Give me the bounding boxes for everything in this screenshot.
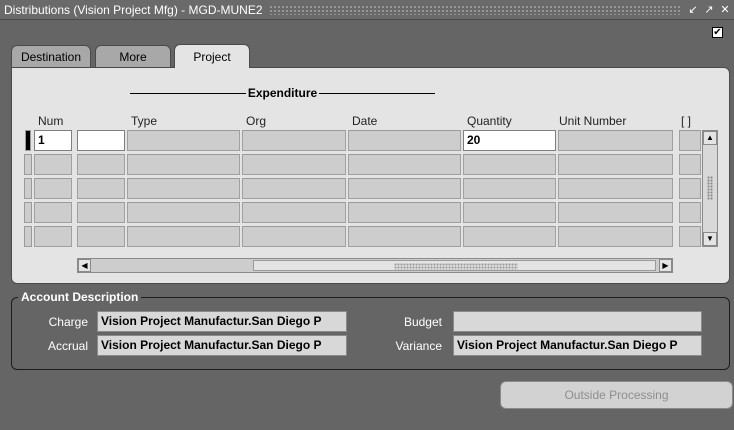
grid-cell-unit-number[interactable]	[558, 130, 673, 151]
scroll-left-arrow-icon[interactable]: ◀	[78, 259, 91, 272]
tab-destination[interactable]: Destination	[11, 45, 91, 67]
grid-cell-quantity[interactable]	[463, 202, 556, 223]
column-header-unit-number: Unit Number	[559, 114, 627, 128]
grid-cell-org[interactable]	[242, 130, 346, 151]
grid-cell-flexfield[interactable]	[679, 226, 701, 247]
column-header-flexfield[interactable]: [ ]	[681, 114, 691, 128]
column-header-type: Type	[131, 114, 158, 128]
grid-cell-num[interactable]	[34, 202, 72, 223]
grid-cell-org[interactable]	[242, 202, 346, 223]
budget-label: Budget	[403, 315, 442, 329]
grid-cell-flexfield[interactable]	[679, 178, 701, 199]
tab-project[interactable]: Project	[174, 44, 250, 68]
grid-cell-date[interactable]	[348, 130, 461, 151]
variance-account-field[interactable]: Vision Project Manufactur.San Diego P	[453, 335, 702, 356]
window-title: Distributions (Vision Project Mfg) - MGD…	[4, 2, 263, 17]
grid-cell-quantity[interactable]	[463, 226, 556, 247]
outside-processing-button[interactable]: Outside Processing	[500, 381, 733, 409]
scroll-grip[interactable]	[394, 263, 518, 270]
grid-cell-flexfield[interactable]	[679, 130, 701, 151]
window-titlebar[interactable]: Distributions (Vision Project Mfg) - MGD…	[0, 0, 734, 20]
column-header-org: Org	[246, 114, 267, 128]
grid-cell-type[interactable]	[127, 226, 240, 247]
grid-cell-extra[interactable]	[77, 130, 125, 151]
grid-cell-unit-number[interactable]	[558, 226, 673, 247]
grid-cell-unit-number[interactable]	[558, 154, 673, 175]
scroll-thumb[interactable]	[253, 260, 656, 271]
grid-cell-quantity[interactable]: 20	[463, 130, 556, 151]
accrual-label: Accrual	[47, 339, 88, 353]
grid-cell-extra[interactable]	[77, 202, 125, 223]
grid-vertical-scrollbar[interactable]: ▲ ▼	[702, 130, 718, 247]
grid-cell-type[interactable]	[127, 130, 240, 151]
charge-account-field[interactable]: Vision Project Manufactur.San Diego P	[97, 311, 347, 332]
grid-cell-quantity[interactable]	[463, 154, 556, 175]
grid-cell-extra[interactable]	[77, 226, 125, 247]
grid-cell-date[interactable]	[348, 226, 461, 247]
column-header-num: Num	[38, 114, 64, 128]
scroll-right-arrow-icon[interactable]: ▶	[659, 259, 672, 272]
close-icon[interactable]: ✕	[718, 3, 732, 17]
maximize-icon[interactable]: ↗	[702, 3, 716, 17]
scroll-down-arrow-icon[interactable]: ▼	[703, 232, 717, 246]
grid-cell-flexfield[interactable]	[679, 154, 701, 175]
grid-cell-extra[interactable]	[77, 154, 125, 175]
budget-account-field[interactable]	[453, 311, 702, 332]
grid-cell-date[interactable]	[348, 154, 461, 175]
grid-cell-unit-number[interactable]	[558, 202, 673, 223]
row-selector[interactable]	[24, 202, 32, 223]
grid-cell-unit-number[interactable]	[558, 178, 673, 199]
scroll-grip[interactable]	[707, 176, 713, 200]
grid-cell-type[interactable]	[127, 154, 240, 175]
charge-label: Charge	[48, 315, 88, 329]
grid-cell-quantity[interactable]	[463, 178, 556, 199]
grid-cell-type[interactable]	[127, 202, 240, 223]
grid-cell-extra[interactable]	[77, 178, 125, 199]
grid-cell-org[interactable]	[242, 226, 346, 247]
expenditure-group-label: Expenditure	[130, 85, 435, 101]
grid-cell-org[interactable]	[242, 178, 346, 199]
grid-cell-date[interactable]	[348, 202, 461, 223]
grid-cell-date[interactable]	[348, 178, 461, 199]
row-selector[interactable]	[24, 178, 32, 199]
account-description-group	[11, 297, 730, 370]
tab-more[interactable]: More	[95, 45, 171, 67]
column-header-date: Date	[352, 114, 378, 128]
row-selector-current[interactable]	[25, 130, 31, 151]
grid-cell-type[interactable]	[127, 178, 240, 199]
grid-cell-org[interactable]	[242, 154, 346, 175]
account-description-title: Account Description	[18, 290, 142, 304]
variance-label: Variance	[395, 339, 442, 353]
grid-cell-flexfield[interactable]	[679, 202, 701, 223]
header-checkbox[interactable]: ✔	[712, 27, 723, 38]
grid-cell-num[interactable]	[34, 226, 72, 247]
grid-cell-num[interactable]	[34, 154, 72, 175]
row-selector[interactable]	[24, 154, 32, 175]
column-header-quantity: Quantity	[467, 114, 512, 128]
row-selector[interactable]	[24, 226, 32, 247]
titlebar-drag-handle[interactable]	[268, 4, 680, 15]
accrual-account-field[interactable]: Vision Project Manufactur.San Diego P	[97, 335, 347, 356]
grid-cell-num[interactable]	[34, 178, 72, 199]
minimize-icon[interactable]: ↙	[686, 3, 700, 17]
grid-cell-num[interactable]: 1	[34, 130, 72, 151]
grid-horizontal-scrollbar[interactable]: ◀ ▶	[77, 258, 673, 273]
scroll-up-arrow-icon[interactable]: ▲	[703, 131, 717, 145]
